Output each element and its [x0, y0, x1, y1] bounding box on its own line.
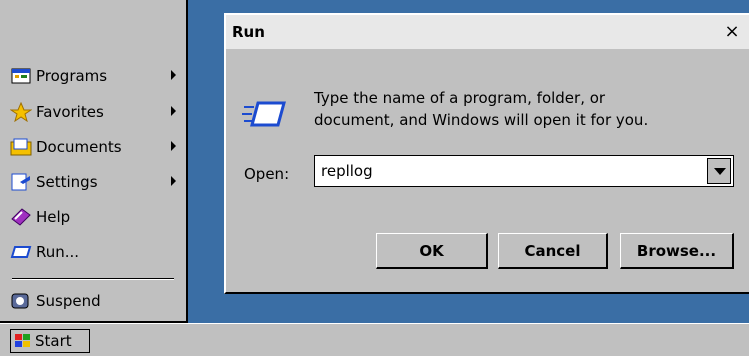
dialog-title: Run	[232, 23, 265, 41]
menu-separator	[12, 278, 174, 280]
submenu-arrow-icon	[171, 176, 176, 186]
dialog-titlebar[interactable]: Run ×	[226, 15, 749, 49]
menu-label-favorites: Favorites	[36, 103, 104, 121]
menu-label-settings: Settings	[36, 173, 98, 191]
menu-item-settings[interactable]: Settings	[0, 167, 186, 197]
menu-label-documents: Documents	[36, 138, 122, 156]
menu-item-programs[interactable]: Programs	[0, 61, 186, 91]
ok-button[interactable]: OK	[376, 233, 488, 269]
start-label: Start	[35, 332, 72, 350]
menu-label-run: Run...	[36, 243, 80, 261]
browse-button[interactable]: Browse...	[620, 233, 734, 269]
prompt-text-line2: document, and Windows will open it for y…	[314, 111, 649, 129]
favorites-star-icon	[9, 101, 33, 123]
open-label: Open:	[244, 165, 290, 183]
open-input-value[interactable]: repllog	[321, 162, 373, 180]
taskbar: Start	[0, 323, 749, 356]
start-menu: Programs Favorites Documents Settings He…	[0, 0, 188, 323]
settings-icon	[10, 172, 32, 192]
run-dialog-icon	[242, 97, 286, 131]
menu-item-help[interactable]: Help	[0, 202, 186, 232]
submenu-arrow-icon	[171, 141, 176, 151]
open-combobox[interactable]: repllog	[314, 155, 734, 187]
menu-label-help: Help	[36, 208, 71, 226]
help-book-icon	[10, 207, 32, 227]
run-dialog: Run × Type the name of a program, folder…	[224, 13, 749, 294]
menu-item-documents[interactable]: Documents	[0, 132, 186, 162]
start-button[interactable]: Start	[10, 329, 90, 353]
suspend-icon	[10, 291, 32, 311]
submenu-arrow-icon	[171, 106, 176, 116]
close-button[interactable]: ×	[721, 21, 743, 43]
run-icon	[10, 242, 32, 262]
menu-item-favorites[interactable]: Favorites	[0, 97, 186, 127]
menu-label-programs: Programs	[36, 67, 108, 85]
prompt-text-line1: Type the name of a program, folder, or	[314, 89, 606, 107]
cancel-button[interactable]: Cancel	[498, 233, 608, 269]
programs-icon	[10, 66, 32, 86]
menu-item-suspend[interactable]: Suspend	[0, 286, 186, 316]
documents-icon	[10, 137, 32, 157]
submenu-arrow-icon	[171, 70, 176, 80]
menu-item-run[interactable]: Run...	[0, 237, 186, 267]
chevron-down-icon[interactable]	[707, 158, 731, 184]
windows-flag-icon	[14, 333, 32, 349]
menu-label-suspend: Suspend	[36, 292, 101, 310]
